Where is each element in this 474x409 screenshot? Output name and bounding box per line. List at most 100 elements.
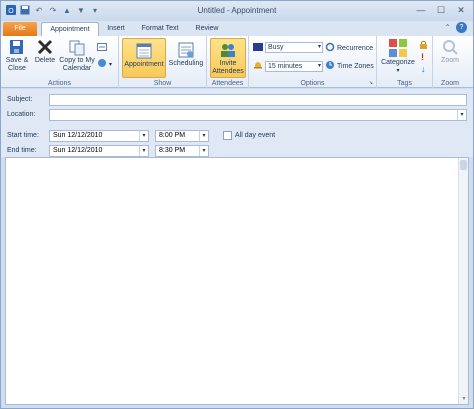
copy-calendar-label-1: Copy to My bbox=[59, 57, 95, 64]
scheduling-label: Scheduling bbox=[168, 60, 204, 67]
appointment-view-button[interactable]: Appointment bbox=[122, 38, 166, 78]
categorize-label: Categorize bbox=[381, 59, 415, 66]
group-label-actions: Actions bbox=[48, 80, 71, 87]
ribbon-minimize-icon[interactable]: ⌃ bbox=[444, 23, 451, 32]
scroll-down-icon[interactable]: ▾ bbox=[459, 395, 469, 402]
private-lock-icon[interactable] bbox=[419, 40, 428, 51]
recurrence-label: Recurrence bbox=[337, 44, 374, 52]
time-zones-button[interactable]: Time Zones bbox=[325, 60, 374, 72]
appointment-icon bbox=[135, 42, 153, 60]
show-as-dropdown[interactable]: Busy ▾ bbox=[265, 42, 323, 53]
tab-format-text[interactable]: Format Text bbox=[135, 22, 185, 36]
location-input[interactable]: ▾ bbox=[49, 109, 467, 121]
scheduling-icon bbox=[177, 41, 195, 59]
group-label-zoom: Zoom bbox=[441, 80, 459, 87]
forward-icon bbox=[97, 42, 107, 54]
chevron-down-icon[interactable]: ▾ bbox=[457, 110, 466, 120]
time-zones-label: Time Zones bbox=[337, 62, 374, 70]
invite-attendees-button[interactable]: Invite Attendees bbox=[210, 38, 246, 78]
vertical-scrollbar[interactable]: ▾ bbox=[458, 158, 468, 404]
scrollbar-thumb[interactable] bbox=[460, 160, 467, 170]
chevron-down-icon: ▾ bbox=[396, 68, 400, 74]
ribbon: Save & Close Delete Copy to My Calendar bbox=[1, 36, 473, 88]
group-zoom: Zoom Zoom bbox=[433, 36, 467, 88]
delete-icon bbox=[36, 38, 54, 56]
appointment-body-editor[interactable]: ▾ bbox=[5, 157, 469, 405]
bell-icon bbox=[253, 60, 263, 72]
invite-label-1: Invite bbox=[219, 60, 237, 67]
magnifier-icon bbox=[441, 38, 459, 56]
reminder-value: 15 minutes bbox=[268, 62, 303, 70]
recurrence-button[interactable]: Recurrence bbox=[325, 42, 373, 54]
ribbon-tabs: File Appointment Insert Format Text Revi… bbox=[1, 21, 473, 36]
chevron-down-icon: ▾ bbox=[109, 61, 113, 68]
group-tags: Categorize ▾ ! ↓ Tags bbox=[377, 36, 433, 88]
invite-label-2: Attendees bbox=[212, 68, 244, 75]
group-label-show: Show bbox=[153, 80, 172, 87]
start-time-label: Start time: bbox=[7, 132, 39, 139]
end-time-label: End time: bbox=[7, 147, 37, 154]
group-label-attendees: Attendees bbox=[211, 80, 244, 87]
group-actions: Save & Close Delete Copy to My Calendar bbox=[1, 36, 119, 88]
appointment-view-label: Appointment bbox=[124, 61, 164, 68]
zoom-label: Zoom bbox=[441, 57, 459, 64]
subject-label: Subject: bbox=[7, 96, 33, 103]
help-icon[interactable]: ? bbox=[456, 22, 467, 33]
end-date-value: Sun 12/12/2010 bbox=[53, 147, 103, 154]
group-attendees: Invite Attendees Attendees bbox=[207, 36, 249, 88]
chevron-down-icon[interactable]: ▾ bbox=[199, 146, 208, 156]
reminder-dropdown[interactable]: 15 minutes ▾ bbox=[265, 60, 323, 72]
end-time-picker[interactable]: 8:30 PM ▾ bbox=[155, 145, 209, 157]
save-close-label-1: Save & bbox=[5, 57, 29, 64]
end-date-picker[interactable]: Sun 12/12/2010 ▾ bbox=[49, 145, 149, 157]
categorize-icon bbox=[388, 38, 408, 58]
reminder-row: 15 minutes ▾ bbox=[253, 60, 323, 72]
minimize-icon[interactable]: — bbox=[415, 4, 427, 16]
save-close-icon bbox=[8, 38, 26, 56]
chevron-down-icon[interactable]: ▾ bbox=[139, 146, 148, 156]
globe-icon bbox=[97, 58, 107, 70]
appointment-form: Subject: Location: ▾ Start time: Sun 12/… bbox=[1, 89, 473, 157]
start-date-picker[interactable]: Sun 12/12/2010 ▾ bbox=[49, 130, 149, 142]
zoom-button[interactable]: Zoom bbox=[437, 38, 463, 65]
tab-insert[interactable]: Insert bbox=[101, 22, 131, 36]
end-time-value: 8:30 PM bbox=[159, 147, 186, 154]
chevron-down-icon[interactable]: ▾ bbox=[139, 131, 148, 141]
tab-appointment[interactable]: Appointment bbox=[41, 22, 99, 36]
save-close-button[interactable]: Save & Close bbox=[4, 38, 30, 73]
people-icon bbox=[219, 41, 237, 59]
chevron-down-icon: ▾ bbox=[317, 62, 321, 69]
delete-label: Delete bbox=[34, 57, 56, 64]
save-close-label-2: Close bbox=[8, 65, 26, 72]
delete-button[interactable]: Delete bbox=[32, 38, 58, 65]
show-as-color-icon bbox=[253, 42, 263, 53]
start-date-value: Sun 12/12/2010 bbox=[53, 132, 103, 139]
location-label: Location: bbox=[7, 111, 36, 118]
scheduling-button[interactable]: Scheduling bbox=[168, 38, 204, 68]
close-icon[interactable]: ✕ bbox=[455, 4, 467, 16]
all-day-checkbox[interactable] bbox=[223, 131, 232, 140]
show-as-row: Busy ▾ bbox=[253, 42, 323, 53]
chevron-down-icon[interactable]: ▾ bbox=[199, 131, 208, 141]
categorize-button[interactable]: Categorize ▾ bbox=[380, 38, 416, 75]
low-importance-icon[interactable]: ↓ bbox=[421, 64, 426, 74]
copy-calendar-label-2: Calendar bbox=[62, 65, 92, 72]
tab-review[interactable]: Review bbox=[189, 22, 225, 36]
subject-input[interactable] bbox=[49, 94, 467, 106]
all-day-label: All day event bbox=[235, 132, 276, 139]
start-time-picker[interactable]: 8:00 PM ▾ bbox=[155, 130, 209, 142]
time-zones-icon bbox=[325, 60, 335, 72]
recurrence-icon bbox=[325, 42, 335, 54]
forward-button[interactable] bbox=[97, 42, 107, 54]
maximize-icon[interactable]: ☐ bbox=[435, 4, 447, 16]
more-actions-button[interactable]: ▾ bbox=[97, 58, 112, 70]
group-label-tags: Tags bbox=[397, 80, 412, 87]
chevron-down-icon: ▾ bbox=[317, 44, 321, 50]
copy-calendar-icon bbox=[68, 38, 86, 56]
show-as-value: Busy bbox=[268, 44, 284, 51]
group-label-options: Options bbox=[300, 80, 325, 87]
copy-to-calendar-button[interactable]: Copy to My Calendar bbox=[59, 38, 95, 73]
tab-file[interactable]: File bbox=[3, 22, 37, 36]
start-time-value: 8:00 PM bbox=[159, 132, 186, 139]
high-importance-icon[interactable]: ! bbox=[421, 52, 424, 62]
